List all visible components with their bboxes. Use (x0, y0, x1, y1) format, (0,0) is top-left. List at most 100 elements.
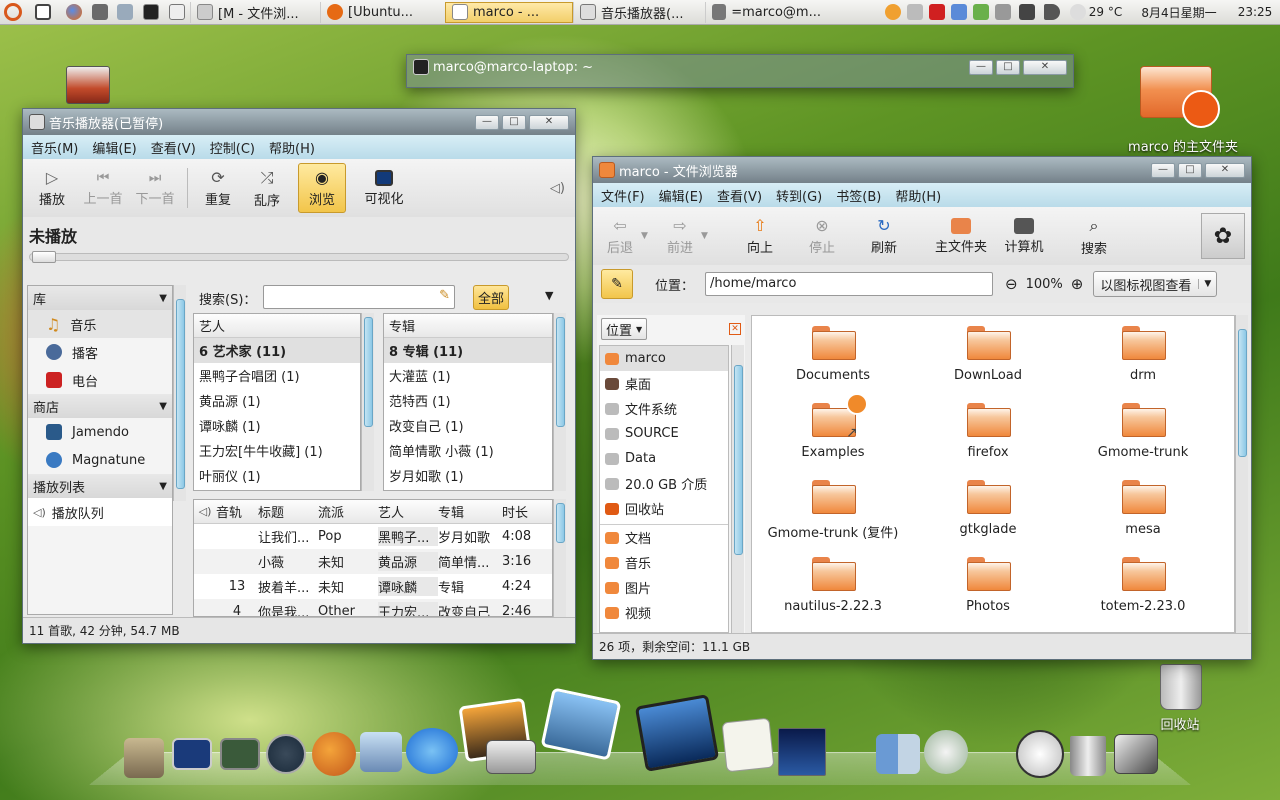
computer-button[interactable]: 计算机 (999, 217, 1049, 255)
place-item-1[interactable]: 桌面 (600, 371, 728, 396)
settings-launcher-icon[interactable] (112, 2, 138, 23)
close-side-pane-icon[interactable]: ✕ (729, 323, 741, 335)
artist-row[interactable]: 王力宏[牛牛收藏] (1) (194, 438, 360, 463)
mail-launcher-icon[interactable] (164, 2, 190, 23)
place-item-0[interactable]: marco (600, 346, 728, 371)
shuffle-toggle[interactable]: ⤮ 乱序 (242, 168, 292, 209)
zoom-in-icon[interactable]: ⊕ (1071, 275, 1084, 293)
finder-dock-icon[interactable] (124, 738, 164, 778)
menu-view[interactable]: 查看(V) (151, 138, 196, 157)
file-item[interactable]: drm (1068, 326, 1218, 383)
menu-music[interactable]: 音乐(M) (31, 138, 78, 157)
bookmark-item-3[interactable]: 视频 (600, 600, 728, 625)
track-row[interactable]: 4 你是我... Other 王力宏... 改变自己 2:46 (194, 599, 552, 616)
album-row[interactable]: 岁月如歌 (1) (384, 463, 552, 488)
file-item[interactable]: mesa (1068, 480, 1218, 537)
filter-dropdown-chevron-icon[interactable]: ▼ (545, 289, 553, 302)
menu-file[interactable]: 文件(F) (601, 186, 645, 205)
minimize-button[interactable]: — (475, 114, 499, 130)
column-genre[interactable]: 流派 (318, 502, 378, 521)
openoffice-dock-icon[interactable] (778, 728, 826, 776)
firefox-dock-icon[interactable] (312, 732, 356, 776)
volume-button[interactable]: ◁) (550, 181, 565, 196)
album-row[interactable]: 简单情歌 小薇 (1) (384, 438, 552, 463)
date-label[interactable]: 8月4日星期一 (1128, 2, 1230, 23)
bookmark-item-2[interactable]: 图片 (600, 575, 728, 600)
close-button[interactable]: ✕ (1205, 162, 1245, 178)
file-manager-dock-icon[interactable] (876, 734, 920, 774)
display-icon[interactable] (948, 2, 970, 23)
maximize-button[interactable]: □ (1178, 162, 1202, 178)
clipboard-icon[interactable] (904, 2, 926, 23)
column-artist[interactable]: 艺人 (378, 502, 438, 521)
store-item-jamendo[interactable]: Jamendo (28, 418, 172, 446)
artist-row[interactable]: 黑鸭子合唱团 (1) (194, 363, 360, 388)
menu-bookmarks[interactable]: 书签(B) (836, 186, 881, 205)
system-monitor-dock-icon[interactable] (266, 734, 306, 774)
minimize-button[interactable]: — (969, 59, 993, 75)
text-editor-dock-icon[interactable] (721, 717, 775, 773)
file-item[interactable]: totem-2.23.0 (1068, 557, 1218, 614)
up-button[interactable]: ⇧ 向上 (729, 216, 791, 256)
minimize-button[interactable]: — (1151, 162, 1175, 178)
file-item[interactable]: firefox (913, 403, 1063, 460)
forward-history-chevron-icon[interactable]: ▼ (701, 231, 719, 241)
album-row[interactable]: 8 专辑 (11) (384, 338, 552, 363)
photos-dock-icon[interactable] (540, 687, 622, 761)
trash-icon[interactable] (1160, 664, 1202, 710)
file-item[interactable]: DownLoad (913, 326, 1063, 383)
toggle-location-button[interactable]: ✎ (601, 269, 633, 299)
menu-edit[interactable]: 编辑(E) (92, 138, 136, 157)
weather-applet[interactable]: 29 °C (1064, 2, 1128, 23)
movie-player-dock-icon[interactable] (634, 694, 720, 772)
menu-go[interactable]: 转到(G) (776, 186, 822, 205)
home-button[interactable]: 主文件夹 (923, 217, 999, 255)
camera-dock-icon[interactable] (486, 740, 536, 774)
filter-all-button[interactable]: 全部 (473, 285, 509, 310)
column-album[interactable]: 专辑 (438, 502, 502, 521)
file-item[interactable]: Documents (758, 326, 908, 383)
ubuntu-menu-icon[interactable] (0, 2, 26, 23)
maximize-button[interactable]: □ (502, 114, 526, 130)
file-item[interactable]: Gmome-trunk (复件) (758, 480, 908, 541)
stop-button[interactable]: ⊗ 停止 (791, 216, 853, 256)
close-button[interactable]: ✕ (529, 114, 569, 130)
task-firefox[interactable]: [Ubuntu... (320, 1, 445, 23)
previous-button[interactable]: ⏮ 上一首 (77, 170, 129, 207)
artist-row[interactable]: 6 艺术家 (11) (194, 338, 360, 363)
clock-dock-icon[interactable] (1016, 730, 1064, 778)
clear-search-icon[interactable]: ✎ (439, 288, 450, 303)
calculator-launcher-icon[interactable] (88, 2, 112, 23)
menu-edit[interactable]: 编辑(E) (659, 186, 703, 205)
place-item-3[interactable]: SOURCE (600, 421, 728, 446)
place-item-5[interactable]: 20.0 GB 介质 (600, 471, 728, 496)
store-item-magnatune[interactable]: Magnatune (28, 446, 172, 474)
library-item-radio[interactable]: 电台 (28, 366, 172, 394)
album-row[interactable]: 大灌蓝 (1) (384, 363, 552, 388)
column-track[interactable]: 音轨 (216, 502, 258, 521)
reload-button[interactable]: ↻ 刷新 (853, 216, 915, 256)
play-button[interactable]: ▷ 播放 (27, 168, 77, 208)
battery-icon[interactable] (970, 2, 992, 23)
file-item[interactable]: gtkglade (913, 480, 1063, 537)
menu-help[interactable]: 帮助(H) (895, 186, 941, 205)
track-scrollbar[interactable] (553, 499, 566, 617)
album-column-header[interactable]: 专辑 (384, 314, 552, 338)
playlist-header[interactable]: 播放列表 ▼ (28, 474, 172, 498)
music-dock-icon[interactable] (924, 730, 968, 774)
search-button[interactable]: ⌕ 搜索 (1059, 216, 1129, 257)
trash-dock-icon[interactable] (1070, 736, 1106, 776)
terminal-launcher-icon[interactable] (138, 2, 164, 23)
browse-toggle[interactable]: ◉ 浏览 (298, 163, 346, 213)
task-pidgin[interactable]: =marco@m... (705, 1, 827, 23)
artist-row[interactable]: 黄品源 (1) (194, 388, 360, 413)
volume-icon[interactable] (1040, 2, 1064, 23)
album-row[interactable]: 改变自己 (1) (384, 413, 552, 438)
track-row[interactable]: 小薇 未知 黄品源 简单情... 3:16 (194, 549, 552, 574)
forward-button[interactable]: ⇨ 前进 (659, 216, 701, 256)
seek-slider[interactable] (29, 251, 569, 263)
view-mode-select[interactable]: 以图标视图查看 ▼ (1093, 271, 1218, 297)
library-item-music[interactable]: ♫ 音乐 (28, 310, 172, 338)
place-item-6[interactable]: 回收站 (600, 496, 728, 521)
maximize-button[interactable]: □ (996, 59, 1020, 75)
